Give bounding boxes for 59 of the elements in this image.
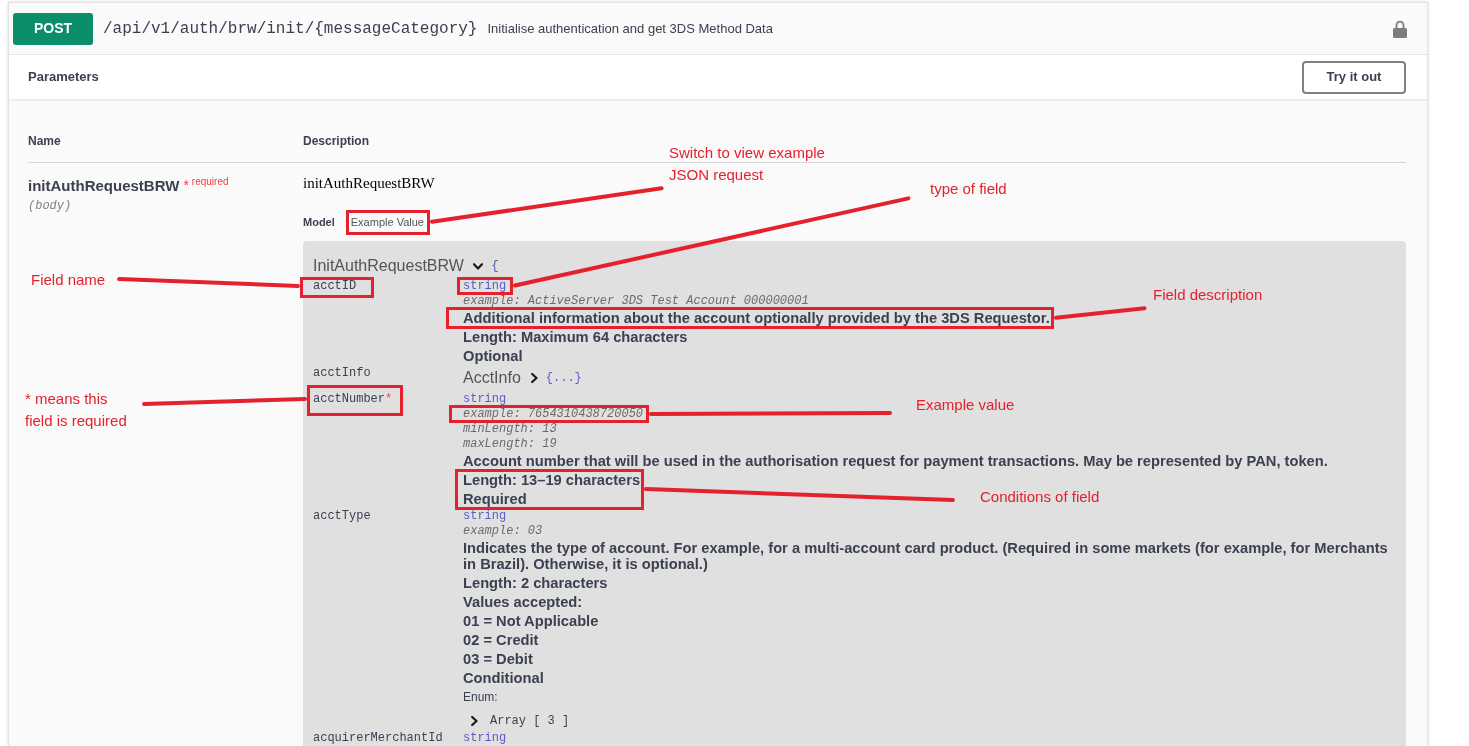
property-description: Length: 13–19 characters: [463, 471, 641, 488]
parameter-name: initAuthRequestBRW: [28, 176, 180, 196]
property-description: Indicates the type of account. For example, for a multi-account card product. (Required in some markets (for example, for Merchants in Brazil). Otherwise, it is optional.): [463, 539, 1389, 572]
parameter-location: (body): [28, 198, 72, 214]
chevron-down-icon[interactable]: [472, 262, 483, 270]
model-tab[interactable]: Example Value: [350, 214, 424, 230]
try-it-out-button[interactable]: Try it out: [1302, 60, 1406, 94]
property-description: Optional: [463, 347, 523, 364]
collapsed-object[interactable]: {...}: [545, 370, 582, 386]
column-header: Description: [303, 133, 369, 149]
property-description: Required: [463, 490, 527, 507]
property-description: 03 = Debit: [463, 650, 533, 667]
property-description: Account number that will be used in the authorisation request for payment transactions. May be represented by PAN, token.: [463, 452, 1328, 469]
property-name: acctType: [313, 509, 371, 522]
endpoint-path: /api/v1/auth/brw/init/{messageCategory}: [103, 18, 478, 40]
chevron-right-icon[interactable]: [471, 716, 478, 726]
object-model-name: AcctInfo: [463, 368, 521, 388]
required-asterisk: *: [183, 176, 189, 194]
property-name: acctNumber: [313, 392, 385, 405]
model-title: InitAuthRequestBRW: [313, 256, 464, 276]
endpoint-summary: Initialise authentication and get 3DS Method Data: [487, 19, 773, 38]
property-type: string: [463, 509, 507, 522]
property-description: Values accepted:: [463, 593, 583, 610]
example-value: example: 7654310438720050: [463, 407, 644, 420]
property-description: 02 = Credit: [463, 631, 539, 648]
property-name: acctID: [313, 279, 357, 292]
property-type: string: [463, 279, 507, 292]
annotation-label: * means this field is required: [25, 389, 127, 431]
model-tab[interactable]: Model: [303, 214, 335, 230]
column-header: Name: [28, 133, 62, 149]
annotation-label: Conditions of field: [980, 487, 1100, 507]
property-description: Length: 2 characters: [463, 574, 608, 591]
property-description: Length: Maximum 64 characters: [463, 328, 688, 345]
enum-label: Enum:: [463, 690, 498, 705]
annotation-label: Field description: [1153, 285, 1263, 305]
example-value: example: 03: [463, 524, 543, 537]
property-type: string: [463, 392, 507, 405]
open-brace: {: [490, 258, 499, 274]
example-value: example: ActiveServer 3DS Test Account 000000001: [463, 294, 809, 307]
property-name: acctInfo: [313, 366, 371, 379]
chevron-right-icon[interactable]: [530, 373, 538, 383]
annotation-label: type of field: [930, 179, 1007, 199]
property-type: string: [463, 731, 507, 744]
required-label: required: [191, 176, 229, 188]
annotation-label: Field name: [31, 270, 106, 290]
length-constraint: minLength: 13: [463, 422, 557, 435]
section-title: Parameters: [28, 68, 99, 87]
parameter-description: initAuthRequestBRW: [303, 174, 435, 193]
property-description: Additional information about the account optionally provided by the 3DS Requestor.: [463, 309, 1050, 326]
annotation-label: Example value: [916, 395, 1015, 415]
property-description: 01 = Not Applicable: [463, 612, 599, 629]
required-asterisk: *: [385, 392, 393, 405]
annotation-label: Switch to view example JSON request: [669, 143, 825, 185]
padlock-icon[interactable]: [1393, 19, 1407, 38]
length-constraint: maxLength: 19: [463, 437, 557, 450]
enum-summary[interactable]: Array [ 3 ]: [490, 713, 570, 729]
property-description: Conditional: [463, 669, 544, 686]
method-badge: POST: [13, 12, 93, 45]
property-name: acquirerMerchantId: [313, 731, 443, 744]
